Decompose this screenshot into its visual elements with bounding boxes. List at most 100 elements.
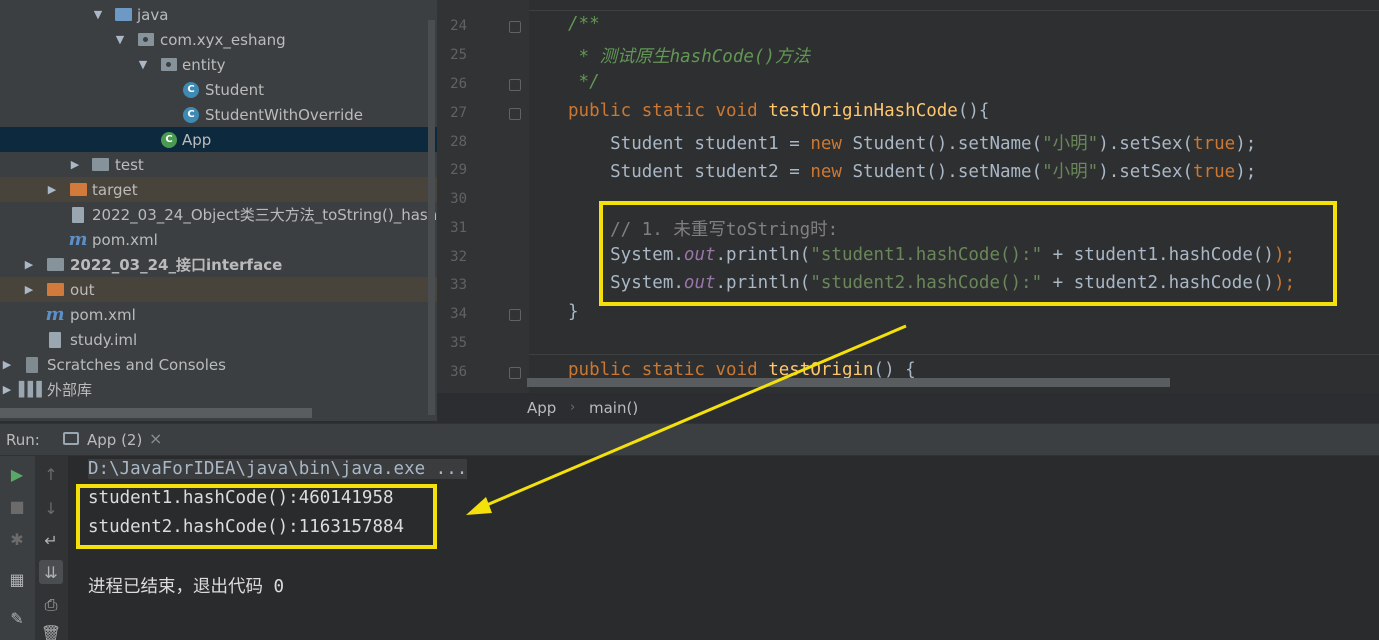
breadcrumb: App › main() xyxy=(437,393,1379,421)
tree-item-pom-root[interactable]: m pom.xml xyxy=(0,302,437,327)
chevron-right-icon: › xyxy=(570,400,576,415)
tree-item-entity[interactable]: ▼ entity xyxy=(0,52,437,77)
tree-label: pom.xml xyxy=(70,305,136,324)
code-line-34: } xyxy=(568,302,579,322)
breadcrumb-method[interactable]: main() xyxy=(589,399,638,417)
line-number: 27 xyxy=(450,105,467,121)
expand-arrow-icon[interactable]: ▼ xyxy=(113,33,127,46)
breadcrumb-class[interactable]: App xyxy=(527,399,556,417)
runnable-class-icon: C xyxy=(160,131,178,149)
fold-marker-icon[interactable] xyxy=(509,309,521,321)
line-number: 35 xyxy=(450,335,467,351)
tree-vertical-scrollbar[interactable] xyxy=(428,20,435,415)
console-toolbar: ↑ ↓ ↵ ⇊ ⎙ 🗑 xyxy=(35,456,68,640)
run-label: Run: xyxy=(6,431,40,449)
collapse-arrow-icon[interactable]: ▶ xyxy=(22,258,36,271)
line-number: 25 xyxy=(450,47,467,63)
module-file-icon xyxy=(46,331,64,349)
debug-settings-icon[interactable]: ✱ xyxy=(5,527,29,551)
tree-label: Scratches and Consoles xyxy=(47,355,226,374)
tree-label: 2022_03_24_Object类三大方法_toString()_hashC xyxy=(92,206,437,224)
code-line-26: */ xyxy=(568,72,600,92)
tree-label: StudentWithOverride xyxy=(205,105,364,124)
console-icon xyxy=(63,432,79,445)
line-number: 36 xyxy=(450,364,467,380)
expand-arrow-icon[interactable]: ▼ xyxy=(91,8,105,21)
line-number: 31 xyxy=(450,220,467,236)
tree-item-java[interactable]: ▼ java xyxy=(0,2,437,27)
line-number: 24 xyxy=(450,18,467,34)
run-tab-app[interactable]: App (2) × xyxy=(55,424,173,456)
fold-marker-icon[interactable] xyxy=(509,367,521,379)
tree-item-external-libs[interactable]: ▶ ▌▌▌ 外部库 xyxy=(0,377,437,402)
tree-horizontal-scrollbar[interactable] xyxy=(0,408,312,418)
line-number: 32 xyxy=(450,249,467,265)
tree-item-student[interactable]: C Student xyxy=(0,77,437,102)
folder-icon xyxy=(114,6,132,24)
stop-icon[interactable]: ■ xyxy=(5,494,29,518)
layout-icon[interactable]: ▦ xyxy=(5,567,29,591)
folder-icon xyxy=(69,181,87,199)
print-icon[interactable]: ⎙ xyxy=(39,593,63,617)
run-panel-header: Run: App (2) × xyxy=(0,423,1379,456)
fold-marker-icon[interactable] xyxy=(509,21,521,33)
pin-icon[interactable]: ✎ xyxy=(5,606,29,630)
project-tree: ▼ java ▼ com.xyx_eshang ▼ entity C Stude… xyxy=(0,0,437,421)
tree-label: pom.xml xyxy=(92,230,158,249)
expand-arrow-icon[interactable]: ▼ xyxy=(136,58,150,71)
tree-item-scratches[interactable]: ▶ Scratches and Consoles xyxy=(0,352,437,377)
code-line-27: public static void testOriginHashCode(){ xyxy=(568,101,990,121)
collapse-arrow-icon[interactable]: ▶ xyxy=(0,383,14,396)
tree-item-interface-module[interactable]: ▶ 2022_03_24_接口interface xyxy=(0,252,437,277)
code-line-24: /** xyxy=(568,14,600,34)
tree-item-test[interactable]: ▶ test xyxy=(0,152,437,177)
fold-marker-icon[interactable] xyxy=(509,79,521,91)
arrow-up-icon[interactable]: ↑ xyxy=(39,462,63,486)
module-folder-icon xyxy=(46,256,64,274)
tree-item-module-iml[interactable]: 2022_03_24_Object类三大方法_toString()_hashC xyxy=(0,202,437,227)
tree-label: test xyxy=(115,155,144,174)
tree-item-package[interactable]: ▼ com.xyx_eshang xyxy=(0,27,437,52)
maven-icon: m xyxy=(45,304,65,325)
tree-label: Student xyxy=(205,80,265,99)
collapse-arrow-icon[interactable]: ▶ xyxy=(22,283,36,296)
code-editor[interactable]: 24 25 26 27 28 29 30 31 32 33 34 35 36 /… xyxy=(437,0,1379,393)
tree-item-target[interactable]: ▶ target xyxy=(0,177,437,202)
line-number: 26 xyxy=(450,76,467,92)
line-number: 28 xyxy=(450,134,467,150)
line-number: 34 xyxy=(450,306,467,322)
collapse-arrow-icon[interactable]: ▶ xyxy=(68,158,82,171)
module-file-icon xyxy=(69,206,87,224)
fold-marker-icon[interactable] xyxy=(509,108,521,120)
run-toolbar: ▶ ■ ✱ ▦ ✎ xyxy=(0,456,35,640)
tree-label: study.iml xyxy=(70,330,138,349)
tree-item-app[interactable]: C App xyxy=(0,127,437,152)
console-exit-message: 进程已结束，退出代码 0 xyxy=(88,577,285,597)
editor-gutter: 24 25 26 27 28 29 30 31 32 33 34 35 36 xyxy=(437,0,529,393)
collapse-arrow-icon[interactable]: ▶ xyxy=(0,358,14,371)
close-tab-icon[interactable]: × xyxy=(149,429,162,448)
folder-icon xyxy=(91,156,109,174)
method-separator xyxy=(529,354,1379,355)
tree-item-pom[interactable]: m pom.xml xyxy=(0,227,437,252)
folder-icon xyxy=(46,281,64,299)
editor-horizontal-scrollbar[interactable] xyxy=(527,378,1170,387)
tree-label: 2022_03_24_接口interface xyxy=(70,256,283,274)
package-icon xyxy=(160,56,178,74)
tree-item-student-with-override[interactable]: C StudentWithOverride xyxy=(0,102,437,127)
scratches-icon xyxy=(23,356,41,374)
tree-label: out xyxy=(70,280,95,299)
highlight-box-console xyxy=(76,484,437,549)
arrow-down-icon[interactable]: ↓ xyxy=(39,496,63,520)
library-icon: ▌▌▌ xyxy=(18,381,47,398)
collapse-arrow-icon[interactable]: ▶ xyxy=(45,183,59,196)
code-line-25: * 测试原生hashCode()方法 xyxy=(568,47,810,67)
rerun-icon[interactable]: ▶ xyxy=(5,462,29,486)
tree-item-study-iml[interactable]: study.iml xyxy=(0,327,437,352)
tree-item-out[interactable]: ▶ out xyxy=(0,277,437,302)
soft-wrap-icon[interactable]: ↵ xyxy=(39,528,63,552)
code-line-36: public static void testOrigin() { xyxy=(568,360,916,380)
scroll-to-end-icon[interactable]: ⇊ xyxy=(39,560,63,584)
tree-label: 外部库 xyxy=(47,381,93,399)
trash-icon[interactable]: 🗑 xyxy=(39,621,63,640)
